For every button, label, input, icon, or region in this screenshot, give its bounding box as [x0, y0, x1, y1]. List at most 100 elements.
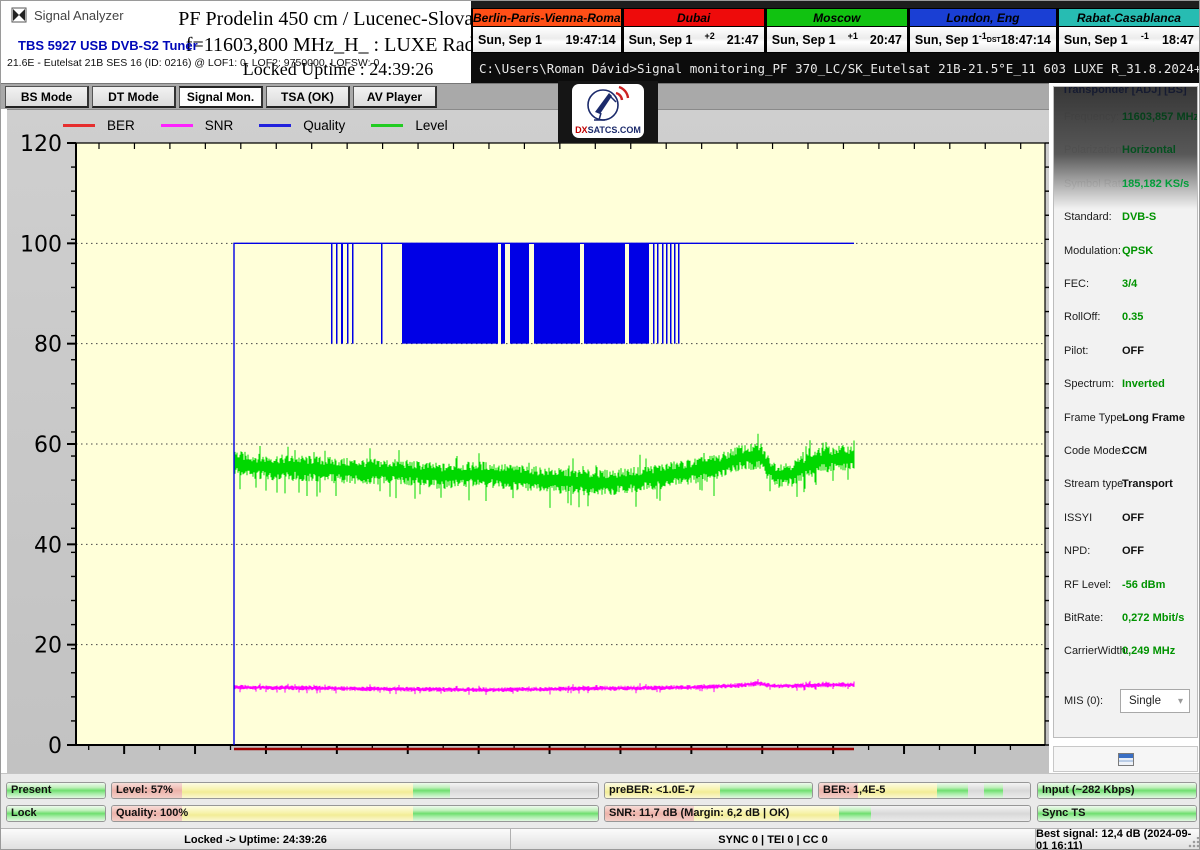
tuner-title: TBS 5927 USB DVB-S2 Tuner	[18, 38, 198, 53]
tab-signal-mon-[interactable]: Signal Mon.	[179, 86, 263, 108]
meter-label: Sync TS	[1042, 807, 1085, 819]
meter-label: Input (~282 Kbps)	[1042, 784, 1135, 796]
svg-text:DXSATCS.COM: DXSATCS.COM	[575, 125, 641, 135]
transport-data-button[interactable]	[1053, 746, 1198, 772]
meter-present: Present	[6, 782, 106, 799]
meter-label: preBER: <1.0E-7	[609, 784, 695, 796]
meter-segment-gray	[871, 806, 1030, 821]
meter-segment-gray	[968, 783, 984, 798]
meter-quality: Quality: 100%	[111, 805, 599, 822]
meter-strip: PresentLevel: 57%preBER: <1.0E-7BER: 1,4…	[1, 773, 1200, 828]
meter-sync-ts: Sync TS	[1037, 805, 1197, 822]
meter-ber: BER: 1,4E-5	[818, 782, 1031, 799]
svg-text:40: 40	[34, 533, 62, 558]
meter-label: BER: 1,4E-5	[823, 784, 885, 796]
transponder-row-standard-: Standard:DVB-S	[1054, 211, 1197, 231]
tab-strip: BS ModeDT ModeSignal Mon.TSA (OK)AV Play…	[1, 83, 1049, 109]
clock-date: Sun, Sep 1	[915, 33, 979, 47]
meter-segment-green	[839, 806, 871, 821]
clock-berlin-paris-vienna-roma: Berlin-Paris-Vienna-RomaSun, Sep 119:47:…	[472, 8, 623, 53]
transponder-panel-title: Transponder [ADJ] [BS]	[1062, 86, 1197, 96]
row-value: CCM	[1122, 445, 1147, 457]
row-value: -56 dBm	[1122, 579, 1165, 591]
tab-av-player[interactable]: AV Player	[353, 86, 437, 108]
tab-dt-mode[interactable]: DT Mode	[92, 86, 176, 108]
meter-label: Present	[11, 784, 51, 796]
row-label: ISSYI	[1064, 512, 1092, 524]
clock-time-value: 19:47:14	[566, 33, 616, 47]
row-value: Horizontal	[1122, 144, 1176, 156]
row-value: QPSK	[1122, 245, 1153, 257]
clock-city-label: Dubai	[623, 8, 765, 27]
row-value: 0,249 MHz	[1122, 645, 1175, 657]
row-value: Inverted	[1122, 378, 1165, 390]
header-block: PF Prodelin 450 cm / Lucenec-Slovakia f=…	[173, 6, 503, 81]
row-value: 3/4	[1122, 278, 1137, 290]
svg-text:0: 0	[48, 734, 62, 759]
meter-segment-green	[720, 783, 812, 798]
row-value: Transport	[1122, 478, 1173, 490]
clock-time-cell: Sun, Sep 1+221:47	[623, 27, 765, 53]
meter-lock: Lock	[6, 805, 106, 822]
meter-segment-gray	[1003, 783, 1030, 798]
transponder-row-frequency-: Frequency:11603,857 MHz	[1054, 111, 1197, 131]
logo-text-dx: DX	[575, 125, 588, 135]
tab-bs-mode[interactable]: BS Mode	[5, 86, 89, 108]
row-value: 11603,857 MHz	[1122, 111, 1198, 123]
clock-moscow: MoscowSun, Sep 1+120:47	[766, 8, 909, 53]
clock-time-cell: Sun, Sep 1-118:47	[1058, 27, 1200, 53]
logo-text-rest: SATCS.COM	[588, 125, 641, 135]
transponder-row-fec-: FEC: 3/4	[1054, 278, 1197, 298]
transponder-row-stream-type-: Stream type:Transport	[1054, 478, 1197, 498]
statusbar-cell-2: Best signal: 12,4 dB (2024-09-01 16:11)	[1036, 829, 1200, 850]
row-value: OFF	[1122, 545, 1144, 557]
meter-input-kbps-: Input (~282 Kbps)	[1037, 782, 1197, 799]
transponder-row-modulation-: Modulation:QPSK	[1054, 245, 1197, 265]
row-label: Stream type:	[1064, 478, 1126, 490]
clock-date: Sun, Sep 1	[478, 33, 542, 47]
clock-london-eng: London, EngSun, Sep 1-1DST18:47:14	[909, 8, 1058, 53]
row-label: Symbol Rate:	[1064, 178, 1130, 190]
svg-text:120: 120	[20, 132, 62, 157]
row-value: OFF	[1122, 345, 1144, 357]
clock-utc-offset: +2	[693, 31, 727, 41]
clock-utc-offset: +1	[836, 31, 870, 41]
mis-selected-value: Single	[1129, 695, 1161, 707]
meter-label: Lock	[11, 807, 37, 819]
transponder-row-code-mode-: Code Mode:CCM	[1054, 445, 1197, 465]
clock-time-cell: Sun, Sep 1-1DST18:47:14	[909, 27, 1057, 53]
clock-time-cell: Sun, Sep 1+120:47	[766, 27, 908, 53]
statusbar-cell-0: Locked -> Uptime: 24:39:26	[1, 829, 511, 850]
row-label: Frame Type:	[1064, 412, 1126, 424]
transponder-row-rf-level-: RF Level: -56 dBm	[1054, 579, 1197, 599]
tab-tsa-ok-[interactable]: TSA (OK)	[266, 86, 350, 108]
transponder-row-spectrum-: Spectrum:Inverted	[1054, 378, 1197, 398]
clock-date: Sun, Sep 1	[772, 33, 836, 47]
transponder-row-frame-type-: Frame Type:Long Frame	[1054, 412, 1197, 432]
transponder-row-carrierwidth-: CarrierWidth:0,249 MHz	[1054, 645, 1197, 665]
row-label: RF Level:	[1064, 579, 1111, 591]
transponder-row-bitrate-: BitRate:0,272 Mbit/s	[1054, 612, 1197, 632]
transponder-panel: Transponder [ADJ] [BS] MIS (0): Single ▾…	[1053, 86, 1198, 738]
resize-grip-icon[interactable]	[1187, 837, 1199, 849]
clock-utc-offset: -1	[1128, 31, 1162, 41]
frequency-line: f=11603,800 MHz_H_ : LUXE Radio	[173, 32, 503, 58]
row-value: 0.35	[1122, 311, 1143, 323]
mis-label: MIS (0):	[1064, 695, 1103, 707]
statusbar-cell-1: SYNC 0 | TEI 0 | CC 0	[511, 829, 1036, 850]
status-bar: Locked -> Uptime: 24:39:26SYNC 0 | TEI 0…	[1, 828, 1200, 850]
row-label: FEC:	[1064, 278, 1089, 290]
svg-text:60: 60	[34, 433, 62, 458]
meter-label: SNR: 11,7 dB (Margin: 6,2 dB | OK)	[609, 807, 789, 819]
row-label: NPD:	[1064, 545, 1090, 557]
mis-select[interactable]: Single ▾	[1120, 689, 1190, 713]
row-value: OFF	[1122, 512, 1144, 524]
row-value: DVB-S	[1122, 211, 1156, 223]
clock-rabat-casablanca: Rabat-CasablancaSun, Sep 1-118:47	[1058, 8, 1200, 53]
clock-time-value: 21:47	[727, 33, 759, 47]
row-label: RollOff:	[1064, 311, 1100, 323]
row-label: CarrierWidth:	[1064, 645, 1129, 657]
app-icon	[11, 7, 27, 23]
row-label: BitRate:	[1064, 612, 1103, 624]
meter-segment-green	[984, 783, 1003, 798]
